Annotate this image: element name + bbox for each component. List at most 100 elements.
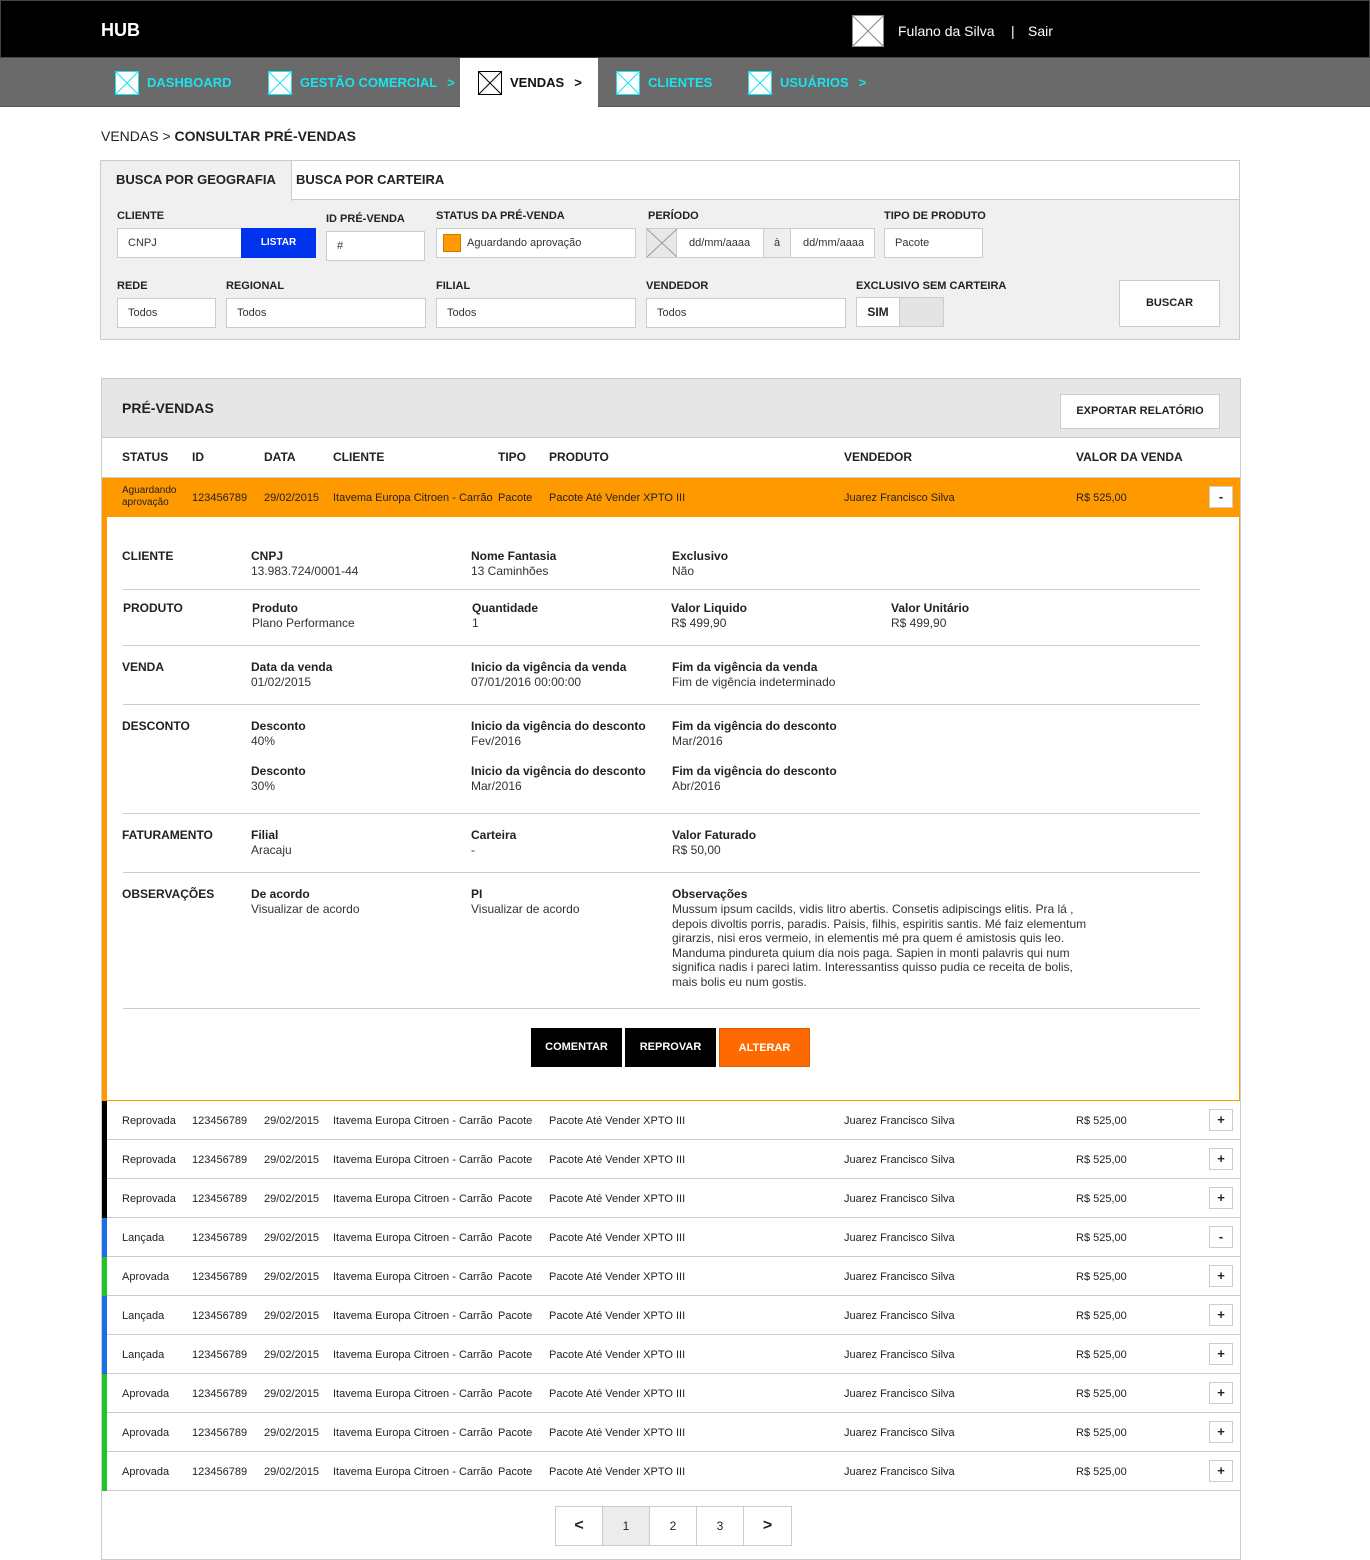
detail-section-cliente: CLIENTE [122,549,174,563]
top-bar: HUB Fulano da Silva | Sair [0,0,1370,58]
date-to-input[interactable]: dd/mm/aaaa [803,229,864,257]
page-button-3[interactable]: 3 [697,1507,744,1545]
row-cliente: Itavema Europa Citroen - Carrão [333,1310,493,1322]
table-row[interactable]: Aprovada 123456789 29/02/2015 Itavema Europ… [102,1257,1240,1296]
tab-busca-carteira[interactable]: BUSCA POR CARTEIRA [281,161,459,200]
row-status: Aprovada [122,1427,170,1439]
pagination: < 1 2 3 > [555,1506,792,1546]
table-row[interactable]: Reprovada 123456789 29/02/2015 Itavema Euro… [102,1140,1240,1179]
table-row[interactable]: Aprovada 123456789 29/02/2015 Itavema Europ… [102,1413,1240,1452]
table-row[interactable]: Lançada 123456789 29/02/2015 Itavema Europa… [102,1296,1240,1335]
detail-value: 13 Caminhões [471,564,549,578]
cliente-input[interactable]: CNPJ [117,228,242,258]
rede-select[interactable]: Todos [117,298,216,328]
comentar-button[interactable]: COMENTAR [531,1028,622,1067]
table-row[interactable]: Lançada 123456789 29/02/2015 Itavema Europa… [102,1218,1240,1257]
regional-label: REGIONAL [226,280,285,292]
table-row[interactable]: Lançada 123456789 29/02/2015 Itavema Europa… [102,1335,1240,1374]
column-header-tipo[interactable]: TIPO [498,450,526,464]
table-row-expanded[interactable]: Aguardando aprovação 123456789 29/02/201… [102,478,1240,517]
row-id: 123456789 [192,492,248,504]
nav-item-gestao-comercial[interactable]: GESTÃO COMERCIAL > [268,58,455,107]
row-produto: Pacote Até Vender XPTO III [549,1232,686,1244]
table-row[interactable]: Reprovada 123456789 29/02/2015 Itavema Euro… [102,1101,1240,1140]
export-report-button[interactable]: EXPORTAR RELATÓRIO [1060,394,1220,429]
regional-select[interactable]: Todos [226,298,426,328]
calendar-icon[interactable] [646,228,678,258]
chevron-right-icon: > [447,75,455,90]
table-row[interactable]: Aprovada 123456789 29/02/2015 Itavema Europ… [102,1452,1240,1491]
column-header-data[interactable]: DATA [264,450,296,464]
page-button-1[interactable]: 1 [603,1507,650,1545]
view-pi-link[interactable]: Visualizar de acordo [471,902,580,916]
collapse-button[interactable]: - [1209,1226,1233,1248]
nav-item-usuarios[interactable]: USUÁRIOS > [748,58,866,107]
column-header-produto[interactable]: PRODUTO [549,450,609,464]
expand-button[interactable]: + [1209,1109,1233,1131]
row-vendedor: Juarez Francisco Silva [844,1349,955,1361]
expand-button[interactable]: + [1209,1421,1233,1443]
detail-label: Inicio da vigência do desconto [471,764,646,778]
detail-value: R$ 50,00 [672,843,721,857]
prev-page-button[interactable]: < [556,1507,603,1545]
view-agreement-link[interactable]: Visualizar de acordo [251,902,360,916]
nav-label: CLIENTES [648,75,713,90]
detail-label: Desconto [251,764,306,778]
row-id: 123456789 [192,1310,248,1322]
id-pre-venda-label: ID PRÉ-VENDA [326,213,405,225]
expand-button[interactable]: + [1209,1304,1233,1326]
row-id: 123456789 [192,1154,248,1166]
row-vendedor: Juarez Francisco Silva [844,1115,955,1127]
column-header-cliente[interactable]: CLIENTE [333,450,384,464]
user-avatar[interactable] [852,15,884,47]
row-detail-panel: CLIENTE CNPJ 13.983.724/0001-44 Nome Fan… [102,517,1240,1101]
alterar-button[interactable]: ALTERAR [719,1028,810,1067]
logout-link[interactable]: Sair [1028,23,1053,39]
detail-label: Nome Fantasia [471,549,557,563]
status-select[interactable]: Aguardando aprovação [436,228,636,258]
expand-button[interactable]: + [1209,1148,1233,1170]
date-from-input[interactable]: dd/mm/aaaa [689,229,750,257]
column-header-id[interactable]: ID [192,450,204,464]
column-header-vendedor[interactable]: VENDEDOR [844,450,912,464]
nav-item-vendas[interactable]: VENDAS > [460,58,598,107]
filial-select[interactable]: Todos [436,298,636,328]
breadcrumb-parent[interactable]: VENDAS > [101,128,171,144]
row-valor: R$ 525,00 [1076,1427,1127,1439]
nav-item-dashboard[interactable]: DASHBOARD [115,58,232,107]
detail-value: 30% [251,779,276,793]
listar-button[interactable]: LISTAR [241,228,316,258]
table-row[interactable]: Aprovada 123456789 29/02/2015 Itavema Europ… [102,1374,1240,1413]
brand-logo[interactable]: HUB [101,20,140,41]
column-header-status[interactable]: STATUS [122,450,168,464]
buscar-button[interactable]: BUSCAR [1119,280,1220,327]
expand-button[interactable]: + [1209,1187,1233,1209]
page-button-2[interactable]: 2 [650,1507,697,1545]
filter-panel: BUSCA POR GEOGRAFIA BUSCA POR CARTEIRA C… [100,160,1240,340]
detail-label: Observações [672,887,748,901]
exclusivo-toggle[interactable]: SIM [856,297,944,327]
collapse-button[interactable]: - [1209,486,1233,508]
reprovar-button[interactable]: REPROVAR [625,1028,716,1067]
row-id: 123456789 [192,1349,248,1361]
column-header-valor[interactable]: VALOR DA VENDA [1076,450,1183,464]
id-pre-venda-input[interactable]: # [326,231,425,261]
tipo-produto-select[interactable]: Pacote [884,228,983,258]
row-status: Lançada [122,1310,165,1322]
row-vendedor: Juarez Francisco Silva [844,1271,955,1283]
expand-button[interactable]: + [1209,1382,1233,1404]
vendedor-select[interactable]: Todos [646,298,846,328]
tab-busca-geografia[interactable]: BUSCA POR GEOGRAFIA [101,161,292,201]
row-produto: Pacote Até Vender XPTO III [549,1466,686,1478]
row-data: 29/02/2015 [264,1115,320,1127]
expand-button[interactable]: + [1209,1343,1233,1365]
table-row[interactable]: Reprovada 123456789 29/02/2015 Itavema Euro… [102,1179,1240,1218]
row-cliente: Itavema Europa Citroen - Carrão [333,1388,493,1400]
dashboard-icon [115,70,139,95]
detail-divider [123,704,1200,705]
expand-button[interactable]: + [1209,1460,1233,1482]
next-page-button[interactable]: > [744,1507,791,1545]
row-produto: Pacote Até Vender XPTO III [549,1271,686,1283]
nav-item-clientes[interactable]: CLIENTES [616,58,712,107]
expand-button[interactable]: + [1209,1265,1233,1287]
